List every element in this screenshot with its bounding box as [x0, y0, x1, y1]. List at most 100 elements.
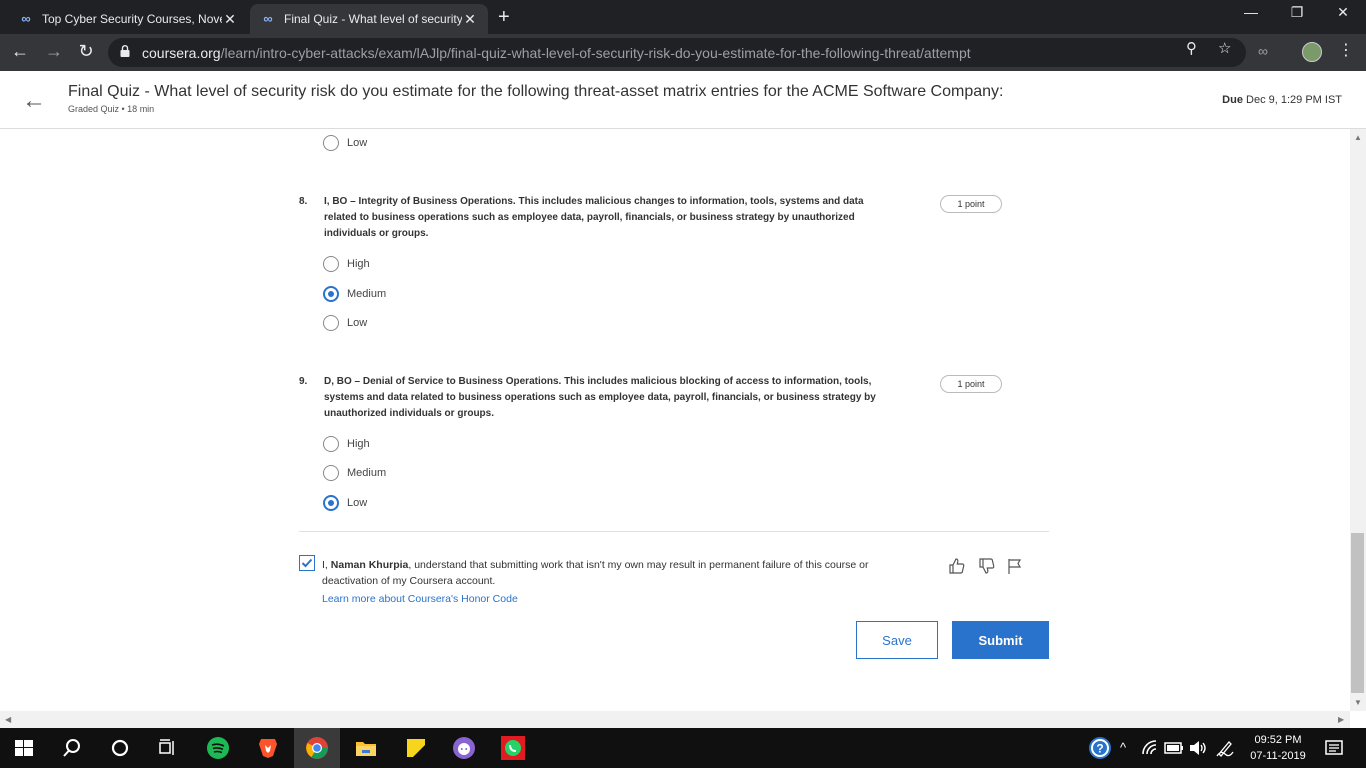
- radio-option-medium[interactable]: Medium: [323, 286, 386, 302]
- back-arrow-icon[interactable]: ←: [22, 87, 46, 115]
- window-close-icon[interactable]: ✕: [1320, 4, 1366, 21]
- divider: [299, 531, 1049, 532]
- volume-icon[interactable]: [1188, 739, 1208, 757]
- file-explorer-icon[interactable]: [354, 736, 378, 760]
- radio-button[interactable]: [323, 135, 339, 151]
- clock-time: 09:52 PM: [1254, 734, 1302, 746]
- close-icon[interactable]: ✕: [462, 11, 478, 28]
- bookmark-star-icon[interactable]: ☆: [1218, 39, 1231, 57]
- minimize-icon[interactable]: —: [1228, 4, 1274, 20]
- tray-expand-icon[interactable]: ^: [1120, 740, 1126, 755]
- coursera-favicon-icon: ∞: [21, 11, 31, 26]
- forward-icon[interactable]: →: [42, 41, 66, 62]
- scroll-down-icon[interactable]: ▼: [1354, 698, 1362, 707]
- option-label: High: [347, 438, 370, 450]
- search-icon[interactable]: [60, 736, 84, 760]
- save-button[interactable]: Save: [856, 621, 938, 659]
- due-value: Dec 9, 1:29 PM IST: [1246, 94, 1342, 106]
- radio-button[interactable]: [323, 436, 339, 452]
- question-text: D, BO – Denial of Service to Business Op…: [324, 376, 876, 419]
- scrollbar-thumb[interactable]: [1351, 533, 1364, 693]
- windows-taskbar: ? ^ 09:52 PM 07-11-2019: [0, 728, 1366, 768]
- menu-dots-icon[interactable]: ⋮: [1338, 40, 1354, 60]
- radio-option-low[interactable]: Low: [323, 135, 367, 151]
- question-number: 8.: [299, 196, 308, 207]
- chrome-icon[interactable]: [305, 736, 329, 760]
- lock-icon: [120, 45, 130, 57]
- thumbs-up-icon[interactable]: [948, 557, 966, 575]
- option-label: Medium: [347, 288, 387, 300]
- honor-code-checkbox[interactable]: [299, 555, 315, 571]
- honor-code-link[interactable]: Learn more about Coursera's Honor Code: [322, 593, 518, 605]
- radio-option-high[interactable]: High: [323, 436, 370, 452]
- address-bar[interactable]: coursera.org/learn/intro-cyber-attacks/e…: [108, 38, 1246, 67]
- coursera-extension-icon[interactable]: ∞: [1258, 43, 1268, 59]
- browser-toolbar: ← → ↻ coursera.org/learn/intro-cyber-att…: [0, 34, 1366, 71]
- submit-button[interactable]: Submit: [952, 621, 1049, 659]
- radio-button-checked[interactable]: [323, 495, 339, 511]
- tab-final-quiz[interactable]: ∞ Final Quiz - What level of security ✕: [250, 4, 488, 34]
- radio-button[interactable]: [323, 465, 339, 481]
- reload-icon[interactable]: ↻: [74, 41, 98, 62]
- coursera-favicon-icon: ∞: [263, 11, 273, 26]
- learner-name: Naman Khurpia: [330, 559, 409, 571]
- spotify-icon[interactable]: [206, 736, 230, 760]
- url-host: coursera.org: [142, 45, 221, 61]
- pen-ink-icon[interactable]: [1215, 738, 1235, 758]
- checkmark-icon: [301, 558, 313, 568]
- honor-prefix: I,: [322, 559, 328, 571]
- github-desktop-icon[interactable]: [452, 736, 476, 760]
- option-label: Low: [347, 137, 368, 149]
- honor-code-text: I, Naman Khurpia, understand that submit…: [322, 557, 882, 589]
- tab-top-cyber-security-courses[interactable]: ∞ Top Cyber Security Courses, Nove ✕: [8, 4, 248, 34]
- cortana-icon[interactable]: [108, 736, 132, 760]
- points-badge: 1 point: [940, 375, 1002, 393]
- option-label: Medium: [347, 467, 387, 479]
- due-label: Due: [1222, 94, 1243, 106]
- scroll-left-icon[interactable]: ◀: [5, 715, 11, 724]
- back-icon[interactable]: ←: [8, 41, 32, 62]
- radio-option-medium[interactable]: Medium: [323, 465, 386, 481]
- svg-text:?: ?: [1096, 742, 1103, 756]
- notification-center-icon[interactable]: [1324, 738, 1344, 758]
- tab-title: Top Cyber Security Courses, Nove: [42, 12, 222, 26]
- question-number: 9.: [299, 376, 308, 387]
- horizontal-scrollbar[interactable]: [0, 711, 1350, 728]
- new-tab-button[interactable]: +: [498, 6, 510, 29]
- url-path: /learn/intro-cyber-attacks/exam/lAJlp/fi…: [220, 45, 971, 61]
- question-text: I, BO – Integrity of Business Operations…: [324, 196, 864, 239]
- points-badge: 1 point: [940, 195, 1002, 213]
- profile-avatar[interactable]: [1302, 42, 1322, 62]
- task-view-icon[interactable]: [156, 736, 180, 760]
- due-date: Due Dec 9, 1:29 PM IST: [1222, 94, 1342, 106]
- tab-title: Final Quiz - What level of security: [284, 12, 462, 26]
- whatsapp-icon[interactable]: [501, 736, 525, 760]
- scroll-right-icon[interactable]: ▶: [1338, 715, 1344, 724]
- page-title: Final Quiz - What level of security risk…: [68, 83, 1004, 100]
- restore-icon[interactable]: ❐: [1274, 4, 1320, 21]
- option-label: High: [347, 258, 370, 270]
- battery-icon[interactable]: [1164, 740, 1184, 756]
- quiz-content: Low 8. I, BO – Integrity of Business Ope…: [0, 129, 1350, 711]
- help-icon[interactable]: ?: [1088, 736, 1112, 760]
- wifi-icon[interactable]: [1140, 738, 1160, 758]
- close-icon[interactable]: ✕: [222, 11, 238, 28]
- flag-icon[interactable]: [1006, 557, 1024, 575]
- option-label: Low: [347, 317, 368, 329]
- radio-button[interactable]: [323, 315, 339, 331]
- zoom-icon[interactable]: ⚲: [1186, 39, 1197, 57]
- radio-option-low[interactable]: Low: [323, 315, 367, 331]
- radio-option-high[interactable]: High: [323, 256, 370, 272]
- thumbs-down-icon[interactable]: [978, 557, 996, 575]
- radio-button-checked[interactable]: [323, 286, 339, 302]
- radio-option-low[interactable]: Low: [323, 495, 367, 511]
- sticky-notes-icon[interactable]: [404, 736, 428, 760]
- windows-start-icon[interactable]: [12, 736, 36, 760]
- radio-button[interactable]: [323, 256, 339, 272]
- scroll-up-icon[interactable]: ▲: [1354, 133, 1362, 142]
- brave-browser-icon[interactable]: [256, 736, 280, 760]
- browser-tab-bar: ∞ Top Cyber Security Courses, Nove ✕ ∞ F…: [0, 0, 1366, 34]
- taskbar-clock[interactable]: 09:52 PM 07-11-2019: [1240, 732, 1316, 764]
- clock-date: 07-11-2019: [1250, 750, 1306, 762]
- quiz-header: ← Final Quiz - What level of security ri…: [0, 71, 1366, 129]
